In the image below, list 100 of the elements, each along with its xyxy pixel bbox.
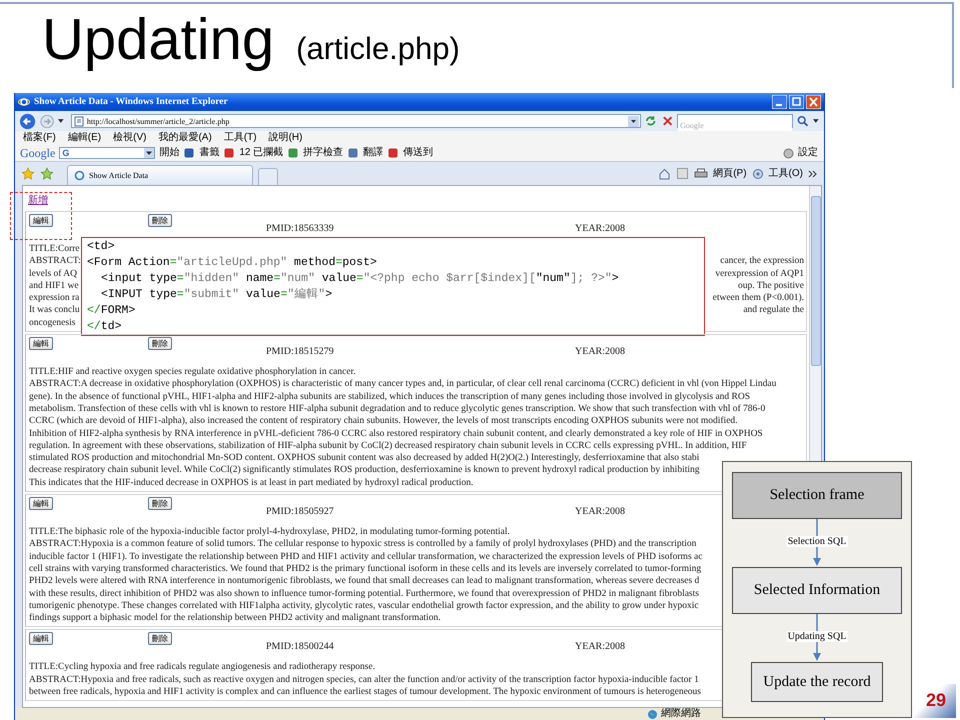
address-field[interactable]: http://localhost/summer/article_2/article.php — [70, 114, 642, 128]
settings-icon[interactable] — [783, 148, 794, 158]
delete-button[interactable]: 刪除 — [148, 214, 172, 227]
code-line: <input type="hidden" name="num" value="<?php echo $arr[$index]["num"]; ?>"> — [100, 271, 620, 287]
dashed-highlight — [10, 192, 72, 240]
flow-node: Selection frame — [732, 472, 902, 519]
edit-button[interactable]: 編輯 — [29, 214, 53, 227]
abstract-line: ABSTRACT:Hypoxia and free radicals, such as reactive oxygen and nitrogen species, can alter the function and/or activity of the transcription factor hypoxia-inducible factor 1 — [29, 674, 699, 686]
abstract-line: cancer, the expression — [720, 255, 804, 268]
pmid-text: PMID:18563339 — [266, 223, 334, 234]
toolbar-item[interactable]: 傳送到 — [403, 147, 434, 159]
slide-subtitle: (article.php) — [296, 31, 460, 67]
abstract-line: ABSTRACT: — [29, 255, 81, 268]
delete-button[interactable]: 刪除 — [148, 632, 172, 646]
toolbar-icon[interactable] — [223, 147, 236, 159]
dropdown-icon[interactable] — [144, 148, 154, 158]
dropdown-icon[interactable] — [57, 118, 65, 124]
toolbar-icon[interactable] — [347, 147, 360, 159]
toolbar-item[interactable]: 開始 — [159, 147, 180, 159]
abstract-line: cell strains with varying transformed characteristics. We found that PHD2 is the primary functional isoform in these cells and its levels are inversely correlated to tumor-forming — [29, 562, 702, 576]
scrollbar[interactable] — [809, 186, 821, 458]
abstract-line: stimulated ROS production and mitochondrial Mn-SOD content. OXPHOS subunit content was also decreased by added H(2)O(2.) Interestingly, desferrioxamine that also stabi — [29, 452, 700, 464]
toolbar-item[interactable]: 12 已攔截 — [239, 147, 284, 159]
code-line: <Form Action="articleUpd.php" method=post> — [87, 255, 378, 271]
abstract-line: metabolism. Transfection of these cells with vhl is known to restore HIF-alpha subunit degradation and to reduce glycolytic genes transcription. We show that such transfection with vhl of 786-0 — [29, 402, 766, 416]
abstract-line: inducible factor 1 (HIF1). To investigate the relationship between PHD and HIF1 activity and cellular transformation, we characterized the expression levels of PHD isoforms ac — [29, 550, 702, 563]
abstract-line: Inhibition of HIF2-alpha synthesis by RNA interference in pVHL-deficient 786-0 CCRC also restored respiratory chain subunit content, and clearly demonstrated a key role of HIF in OXPHOS — [29, 428, 763, 440]
menu-item[interactable]: 工具(T) — [224, 132, 257, 144]
menu-item[interactable]: 編輯(E) — [68, 132, 102, 144]
abstract-line: levels of AQ — [29, 268, 78, 280]
status-zone: 網際網路 — [661, 708, 701, 720]
back-button[interactable] — [19, 112, 38, 130]
delete-button[interactable]: 刪除 — [148, 497, 172, 510]
edit-button[interactable]: 編輯 — [29, 337, 53, 350]
ie-logo-icon — [18, 96, 30, 108]
article-title: TITLE:Corre — [29, 243, 80, 256]
chevron-icon[interactable] — [808, 168, 818, 178]
pmid-text: PMID:18500244 — [266, 641, 334, 652]
abstract-line: regulation. In agreement with these observations, stabilization of HIF-alpha subunit by CoCl(2) decreased respiratory chain subunit levels in CCRC cells expressing pVHL. In addition, HIF — [29, 440, 747, 452]
abstract-line: oup. The positive — [738, 280, 804, 292]
edge-label: Selection SQL — [786, 536, 848, 547]
abstract-line: CCRC (which are devoid of HIF1-alpha), also increased the content of respiratory chain subunits. However, the levels of most transcripts encoding OXPHOS subunits were not modified. — [29, 415, 738, 428]
minimize-button[interactable] — [772, 95, 787, 109]
favorites-star-icon[interactable] — [21, 166, 35, 180]
toolbar-item[interactable]: 書籤 — [199, 147, 220, 159]
home-icon[interactable] — [658, 167, 672, 180]
refresh-icon[interactable] — [644, 114, 658, 128]
page-number: 29 — [926, 690, 946, 711]
menu-item[interactable]: 檔案(F) — [23, 132, 56, 144]
settings-menu[interactable]: 設定 — [798, 147, 818, 159]
add-link[interactable]: 新增 — [28, 194, 807, 207]
ie-page-icon — [74, 170, 85, 181]
toolbar-item[interactable]: 拼字檢查 — [303, 147, 344, 159]
flow-node: Update the record — [751, 662, 883, 702]
abstract-line: and HIF1 we — [29, 280, 79, 292]
abstract-line: etween them (P<0.001). — [712, 292, 804, 304]
abstract-line: expression ra — [29, 292, 80, 304]
article-title: TITLE:HIF and reactive oxygen species regulate oxidative phosphorylation in cancer. — [29, 366, 356, 378]
corner-decoration — [914, 684, 956, 718]
maximize-button[interactable] — [789, 95, 804, 109]
toolbar-icon[interactable] — [183, 147, 196, 159]
abstract-line: oncogenesis — [29, 316, 76, 330]
year-text: YEAR:2008 — [575, 223, 625, 234]
abstract-line: with these results, direct inhibition of PHD2 was also shown to influence tumor-forming potential. Furthermore, we found that overexpression of PHD2 in malignant fibroblasts — [29, 588, 699, 600]
code-line: </td> — [87, 319, 123, 335]
abstract-line: This indicates that the HIF-induced decrease in OXPHOS is at least in part mediated by hydroxyl radical production. — [29, 476, 474, 490]
code-line: <INPUT type="submit" value="編輯"> — [100, 287, 334, 303]
toolbar-item[interactable]: 翻譯 — [363, 147, 384, 159]
abstract-line: ABSTRACT:Hypoxia is a common feature of solid tumors. The cellular response to hypoxic stress is controlled by a family of prolyl hydroxylases (PHD) and the transcription — [29, 538, 696, 551]
menu-item[interactable]: 我的最愛(A) — [158, 132, 212, 144]
add-favorite-icon[interactable] — [40, 166, 54, 180]
year-text: YEAR:2008 — [575, 506, 625, 518]
pmid-text: PMID:18505927 — [266, 506, 334, 518]
print-icon[interactable] — [694, 167, 708, 180]
edit-button[interactable]: 編輯 — [29, 497, 53, 510]
toolbar-icon[interactable] — [287, 147, 300, 159]
code-line: </FORM> — [87, 303, 136, 319]
tools-menu[interactable]: 工具(O) — [768, 168, 803, 180]
dropdown-icon[interactable] — [812, 118, 820, 124]
delete-button[interactable]: 刪除 — [148, 337, 172, 350]
menu-item[interactable]: 檢視(V) — [113, 132, 146, 144]
globe-icon — [647, 708, 658, 720]
google-logo: Google — [20, 146, 56, 160]
abstract-line: verexpression of AQP1 — [715, 268, 804, 280]
google-search-field[interactable]: G — [59, 147, 156, 159]
abstract-line: PHD2 levels were altered with RNA interference in nontumorigenic fibroblasts, we found that small decreases can lead to malignant transformation, whereas severe decreases d — [29, 575, 700, 588]
toolbar-icon[interactable] — [387, 147, 400, 159]
browser-tab[interactable]: Show Article Data — [67, 165, 253, 185]
page-icon — [74, 116, 84, 126]
close-button[interactable] — [806, 95, 821, 109]
search-button[interactable] — [796, 114, 810, 128]
gear-icon[interactable] — [752, 168, 764, 180]
abstract-line: tumorigenic phenotype. These changes correlated with HIF1alpha activity, glycolytic rates, vascular endothelial growth factor expression, and the ability to grow under hypoxic — [29, 600, 699, 612]
stop-icon[interactable] — [660, 114, 674, 128]
abstract-line: and regulate the — [743, 304, 804, 317]
page-menu[interactable]: 網頁(P) — [713, 168, 747, 180]
menu-item[interactable]: 說明(H) — [268, 132, 302, 144]
dropdown-icon[interactable] — [628, 116, 640, 126]
edit-button[interactable]: 編輯 — [29, 632, 53, 646]
window-title: Show Article Data - Windows Internet Explorer — [34, 97, 229, 107]
